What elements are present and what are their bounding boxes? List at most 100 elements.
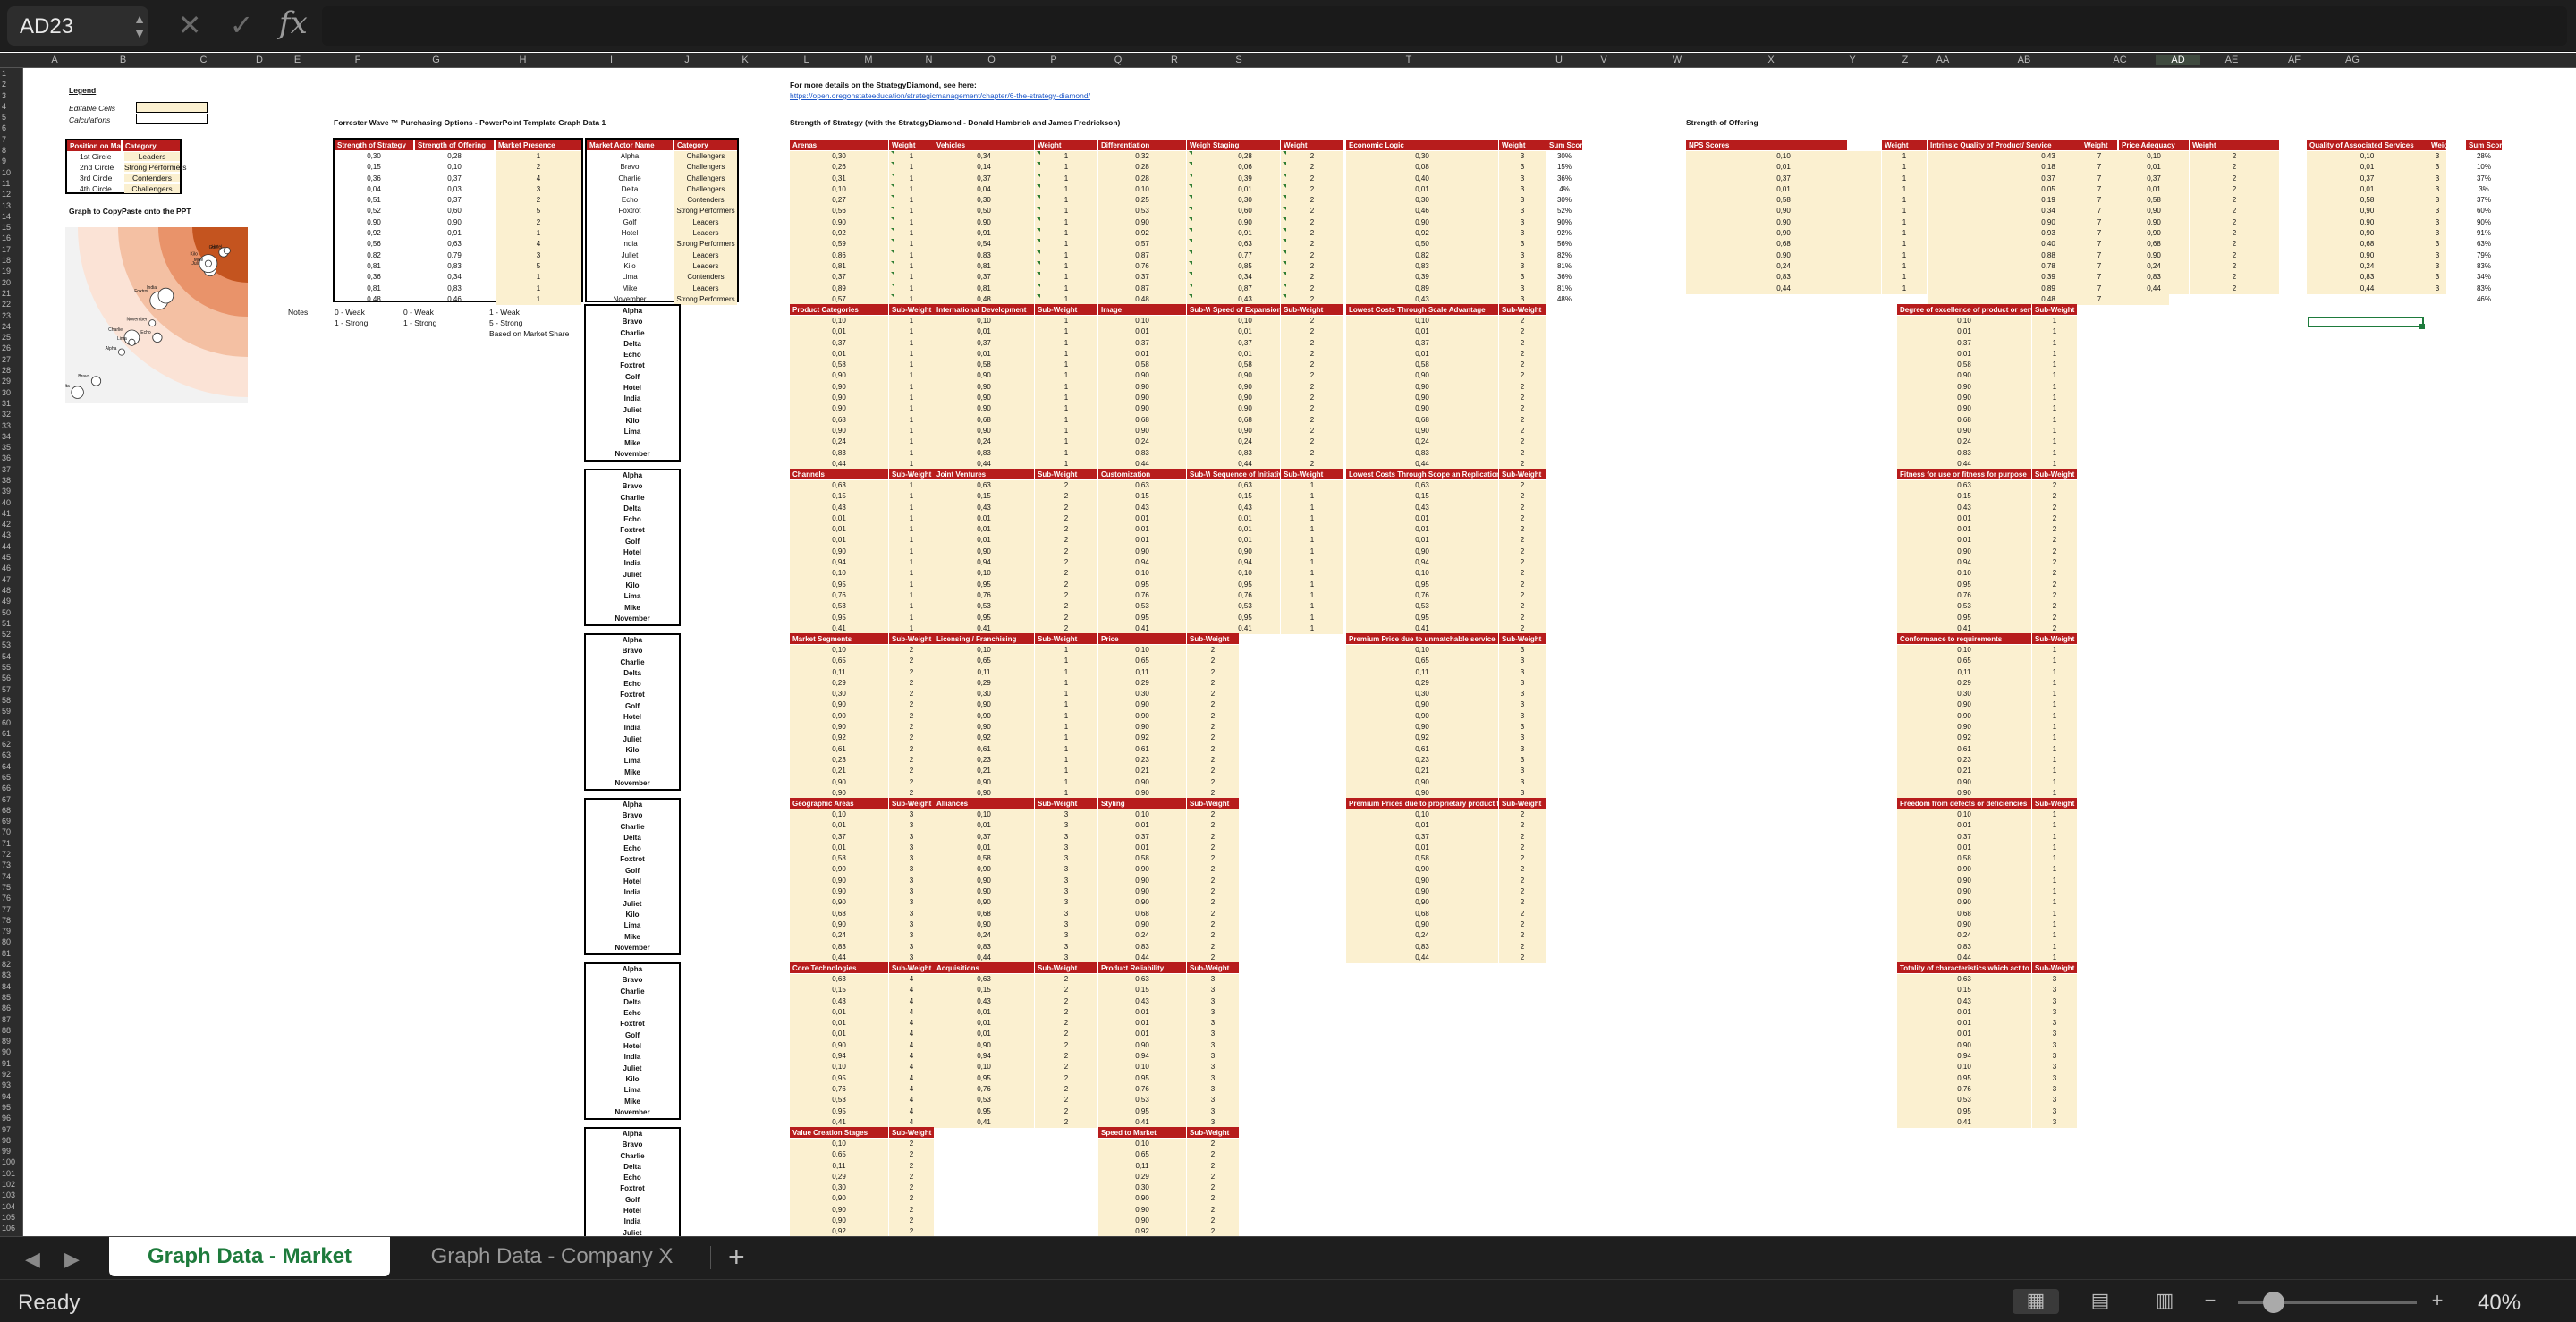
cell[interactable]: 4% xyxy=(1546,184,1582,195)
row-header[interactable]: 48 xyxy=(0,585,22,596)
cell[interactable]: 0,90 xyxy=(1897,886,2031,898)
cell[interactable]: 1 xyxy=(1882,183,1927,196)
cell[interactable]: 1 xyxy=(2032,722,2077,733)
cell[interactable]: 1 xyxy=(2032,699,2077,711)
cell[interactable]: 3 xyxy=(1499,206,1546,217)
cell[interactable]: 2 xyxy=(1187,1182,1239,1194)
cell[interactable]: 2 xyxy=(1187,722,1239,733)
cell[interactable]: 3 xyxy=(1499,195,1546,207)
cell[interactable]: 3 xyxy=(2428,183,2446,196)
cell[interactable]: 0,76 xyxy=(1210,589,1280,602)
cell[interactable]: 1 xyxy=(2032,864,2077,876)
cell[interactable]: 2 xyxy=(1187,809,1239,821)
row-header[interactable]: 56 xyxy=(0,673,22,683)
cell[interactable]: 0,68 xyxy=(1346,414,1498,426)
page-break-view-icon[interactable]: ▥ xyxy=(2141,1289,2188,1314)
cell[interactable]: 0,60 xyxy=(415,206,494,216)
cell[interactable]: 2 xyxy=(1281,162,1343,174)
cell[interactable]: 1 xyxy=(889,546,934,558)
cell[interactable]: 0,95 xyxy=(1098,1072,1186,1084)
cell[interactable]: 0,83 xyxy=(1897,941,2031,953)
cell[interactable]: 0,92 xyxy=(1098,228,1186,240)
row-header[interactable]: 34 xyxy=(0,431,22,442)
cell[interactable]: 0,10 xyxy=(2307,151,2428,163)
cell[interactable]: Challengers xyxy=(674,183,737,196)
cell[interactable]: 7 xyxy=(2081,293,2117,306)
cell[interactable]: 0,83 xyxy=(2307,272,2428,284)
cell[interactable]: 2 xyxy=(2032,513,2077,525)
cell[interactable]: Juliet xyxy=(586,1228,679,1236)
cell[interactable]: 0,11 xyxy=(1346,666,1498,678)
cell[interactable]: 0,01 xyxy=(1897,1018,2031,1030)
cell[interactable]: 1 xyxy=(889,360,934,371)
cell[interactable]: 0,83 xyxy=(1098,447,1186,459)
cell[interactable]: 0,90 xyxy=(1098,699,1186,711)
cell[interactable]: 0,53 xyxy=(934,601,1034,613)
cell[interactable]: 0,56 xyxy=(790,206,888,217)
cell[interactable]: 48% xyxy=(1546,294,1582,305)
row-header[interactable]: 91 xyxy=(0,1058,22,1069)
cell[interactable]: 2 xyxy=(2190,195,2279,207)
cell[interactable]: 0,90 xyxy=(790,897,888,909)
cell[interactable]: 1 xyxy=(1035,151,1097,163)
cell[interactable]: 0,90 xyxy=(934,864,1034,876)
cell[interactable]: 0,89 xyxy=(790,283,888,294)
cell[interactable]: 0,30 xyxy=(790,1182,888,1194)
cell[interactable]: 0,87 xyxy=(1098,250,1186,261)
cell[interactable]: 1 xyxy=(889,414,934,426)
cell[interactable]: 0,30 xyxy=(1210,195,1280,207)
cell[interactable]: 2 xyxy=(1035,612,1097,623)
cell[interactable]: 0,81 xyxy=(934,260,1034,273)
cell[interactable]: Delta xyxy=(586,339,679,350)
cell[interactable]: 1 xyxy=(496,293,581,306)
row-header[interactable]: 63 xyxy=(0,750,22,760)
cell[interactable]: 0,10 xyxy=(1897,1062,2031,1073)
cell[interactable]: 3 xyxy=(889,831,934,843)
row-header[interactable]: 96 xyxy=(0,1113,22,1123)
cell[interactable]: 1 xyxy=(1882,195,1927,207)
cell[interactable]: 0,01 xyxy=(1897,513,2031,525)
cell[interactable]: 0,30 xyxy=(1346,689,1498,700)
row-header[interactable]: 83 xyxy=(0,970,22,980)
cell[interactable]: 2 xyxy=(1187,1160,1239,1172)
cell[interactable]: 0,86 xyxy=(790,250,888,261)
row-header[interactable]: 18 xyxy=(0,255,22,266)
cell[interactable]: Delta xyxy=(587,184,673,195)
bubble-echo[interactable] xyxy=(152,332,163,343)
cell[interactable]: 3 xyxy=(2032,1018,2077,1030)
cell[interactable]: 0,53 xyxy=(1098,601,1186,613)
cell[interactable]: 0,25 xyxy=(1098,195,1186,207)
column-header[interactable]: H xyxy=(479,55,567,65)
column-header[interactable]: F xyxy=(322,55,394,65)
cell[interactable]: 2 xyxy=(1281,272,1343,284)
cell[interactable]: 0,43 xyxy=(1897,996,2031,1007)
row-header[interactable]: 60 xyxy=(0,717,22,728)
cell[interactable]: 0,76 xyxy=(1098,1083,1186,1096)
cell[interactable]: 1 xyxy=(1281,546,1343,558)
column-header[interactable]: R xyxy=(1150,55,1199,65)
cell[interactable]: 0,92 xyxy=(790,1226,888,1236)
cell[interactable]: Alpha xyxy=(586,470,679,481)
row-header[interactable]: 102 xyxy=(0,1179,22,1190)
cell[interactable]: 0,15 xyxy=(1210,491,1280,503)
cell[interactable]: 2 xyxy=(1499,535,1546,547)
cell[interactable]: Challengers xyxy=(674,162,737,174)
cell[interactable]: 0,95 xyxy=(1897,1106,2031,1117)
cell[interactable]: Bravo xyxy=(586,646,679,657)
cell[interactable]: 2 xyxy=(1187,908,1239,919)
cell[interactable]: 0,30 xyxy=(1346,151,1498,163)
cell[interactable]: Golf xyxy=(586,1030,679,1041)
row-header[interactable]: 55 xyxy=(0,662,22,673)
cell[interactable]: 3 xyxy=(889,853,934,865)
cell[interactable]: 2 xyxy=(1499,952,1546,964)
cell[interactable]: 0,92 xyxy=(1346,733,1498,744)
cell[interactable]: 4 xyxy=(889,1006,934,1019)
cell[interactable]: 1 xyxy=(496,151,581,163)
column-header[interactable]: V xyxy=(1580,55,1628,65)
row-header[interactable]: 53 xyxy=(0,640,22,650)
cell[interactable]: 0,90 xyxy=(1098,370,1186,382)
cell[interactable]: 15% xyxy=(1546,162,1582,173)
cell[interactable]: 0,43 xyxy=(1897,502,2031,513)
cell[interactable]: 0,01 xyxy=(1897,326,2031,338)
cell[interactable]: 2 xyxy=(1499,425,1546,437)
